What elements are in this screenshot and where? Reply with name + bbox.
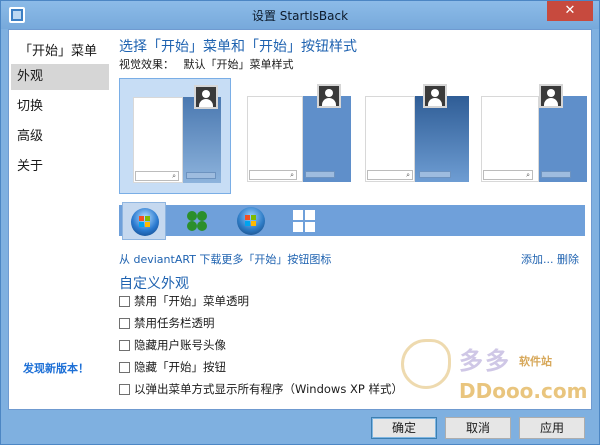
- sidebar: 「开始」菜单 外观 切换 高级 关于 发现新版本！: [9, 30, 113, 409]
- windows-flag: [245, 215, 257, 227]
- client-area: 「开始」菜单 外观 切换 高级 关于 发现新版本！ 选择「开始」菜单和「开始」按…: [8, 29, 592, 410]
- checkbox-label: 禁用任务栏透明: [134, 316, 215, 330]
- menu-style-option-4[interactable]: ⌕: [475, 78, 587, 194]
- windows-flag: [139, 216, 151, 228]
- new-version-link[interactable]: 发现新版本！: [23, 360, 89, 376]
- orb-option-4[interactable]: [283, 202, 327, 240]
- checkbox[interactable]: [119, 361, 130, 373]
- visual-effect-label: 视觉效果： 默认「开始」菜单样式: [119, 56, 294, 72]
- menu-search-box: ⌕: [249, 170, 297, 180]
- sidebar-item-about[interactable]: 关于: [11, 154, 109, 180]
- checkbox[interactable]: [119, 317, 130, 329]
- menu-style-option-1[interactable]: ⌕: [119, 78, 231, 194]
- menu-shutdown-button: [419, 171, 451, 178]
- window-title: 设置 StartIsBack: [251, 9, 349, 23]
- apply-button[interactable]: 应用: [519, 417, 585, 439]
- title-bar[interactable]: 设置 StartIsBack ✕: [1, 1, 599, 29]
- sidebar-item-switch[interactable]: 切换: [11, 94, 109, 120]
- menu-search-box: ⌕: [135, 171, 179, 181]
- settings-window: 设置 StartIsBack ✕ 「开始」菜单 外观 切换 高级 关于 发现新版…: [0, 0, 600, 445]
- section-title: 选择「开始」菜单和「开始」按钮样式: [119, 39, 357, 55]
- orb-option-1[interactable]: [122, 202, 166, 240]
- checkbox[interactable]: [119, 339, 130, 351]
- colored-windows-orb-icon: [237, 207, 265, 235]
- windows8-logo-icon: [293, 210, 315, 232]
- checkbox-label: 以弹出菜单方式显示所有程序（Windows XP 样式）: [134, 382, 403, 396]
- option-hide-user-avatar[interactable]: 隐藏用户账号头像: [119, 337, 226, 353]
- download-more-link[interactable]: 从 deviantART 下载更多「开始」按钮图标: [119, 251, 331, 267]
- cancel-button[interactable]: 取消: [445, 417, 511, 439]
- dialog-footer: 确定 取消 应用: [8, 411, 592, 441]
- option-xp-style-all-programs[interactable]: 以弹出菜单方式显示所有程序（Windows XP 样式）: [119, 381, 403, 397]
- main-panel: 选择「开始」菜单和「开始」按钮样式 视觉效果： 默认「开始」菜单样式 ⌕ ⌕ ⌕…: [119, 30, 591, 409]
- menu-search-box: ⌕: [367, 170, 413, 180]
- orb-option-2[interactable]: [174, 202, 218, 240]
- custom-appearance-title: 自定义外观: [119, 276, 189, 292]
- menu-style-option-3[interactable]: ⌕: [357, 78, 469, 194]
- user-avatar-icon: [194, 85, 218, 109]
- checkbox-label: 禁用「开始」菜单透明: [134, 294, 249, 308]
- visual-effect-caption: 视觉效果：: [119, 58, 174, 71]
- menu-shutdown-button: [541, 171, 571, 178]
- menu-right-pane: [415, 96, 469, 182]
- clover-orb-icon: [182, 207, 210, 235]
- menu-right-pane: [539, 96, 587, 182]
- visual-effect-value: 默认「开始」菜单样式: [183, 58, 294, 71]
- checkbox-label: 隐藏「开始」按钮: [134, 360, 226, 374]
- user-avatar-icon: [539, 84, 563, 108]
- menu-right-pane: [183, 97, 221, 183]
- clover-shape: [187, 211, 207, 231]
- add-link[interactable]: 添加...: [521, 251, 554, 267]
- start-orb-strip: [119, 202, 585, 240]
- orb-option-3[interactable]: [229, 202, 273, 240]
- sidebar-title: 「开始」菜单: [19, 44, 98, 59]
- sidebar-item-advanced[interactable]: 高级: [11, 124, 109, 150]
- menu-shutdown-button: [186, 172, 216, 179]
- user-avatar-icon: [317, 84, 341, 108]
- menu-search-box: ⌕: [483, 170, 533, 180]
- checkbox[interactable]: [119, 295, 130, 307]
- option-hide-start-button[interactable]: 隐藏「开始」按钮: [119, 359, 226, 375]
- menu-style-option-2[interactable]: ⌕: [239, 78, 351, 194]
- sidebar-item-appearance[interactable]: 外观: [11, 64, 109, 90]
- close-button[interactable]: ✕: [547, 1, 593, 21]
- user-avatar-icon: [423, 84, 447, 108]
- menu-right-pane: [303, 96, 351, 182]
- windows7-orb-icon: [131, 208, 159, 236]
- ok-button[interactable]: 确定: [371, 417, 437, 439]
- option-disable-menu-transparency[interactable]: 禁用「开始」菜单透明: [119, 293, 249, 309]
- checkbox[interactable]: [119, 383, 130, 395]
- delete-link[interactable]: 删除: [557, 251, 579, 267]
- checkbox-label: 隐藏用户账号头像: [134, 338, 226, 352]
- option-disable-taskbar-transparency[interactable]: 禁用任务栏透明: [119, 315, 215, 331]
- menu-shutdown-button: [305, 171, 335, 178]
